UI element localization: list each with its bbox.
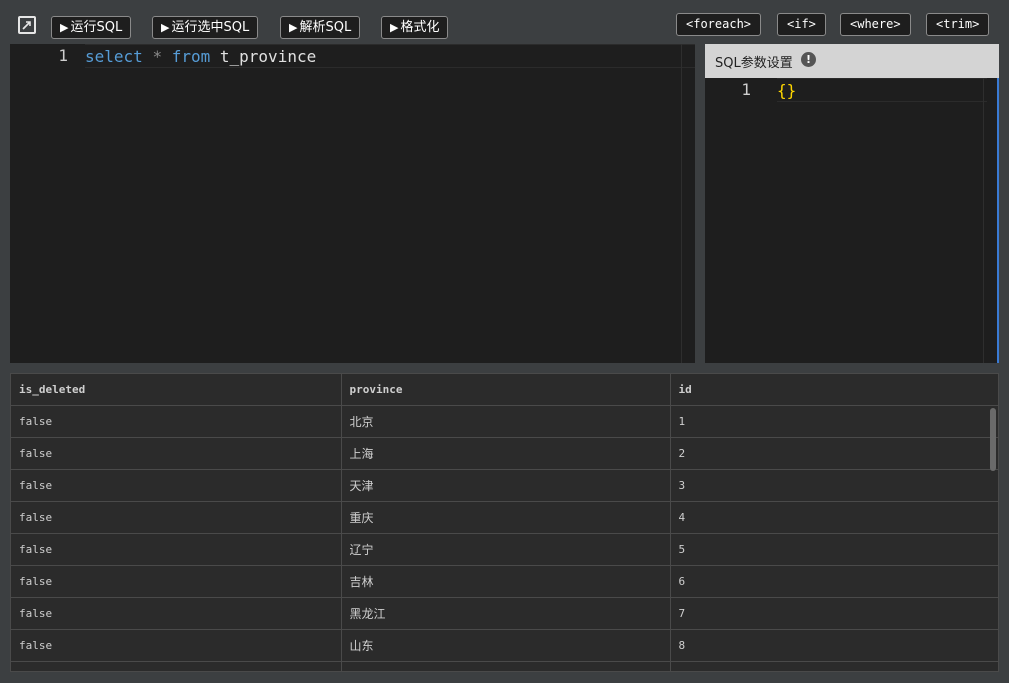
results-scrollbar-thumb[interactable] bbox=[990, 408, 996, 471]
params-scrollbar[interactable] bbox=[983, 78, 997, 363]
play-icon: ▶ bbox=[390, 21, 399, 34]
params-focus-edge bbox=[997, 78, 999, 363]
table-header-row: is_deleted province id bbox=[11, 374, 998, 406]
table-row[interactable]: false 吉林 6 bbox=[11, 565, 998, 598]
table-row[interactable]: false 山东 8 bbox=[11, 629, 998, 662]
params-title: SQL参数设置 bbox=[715, 56, 793, 71]
cell-is-deleted: false bbox=[11, 405, 342, 438]
toolbar: ▶ 运行SQL ▶ 运行选中SQL ▶ 解析SQL ▶ 格式化 <foreach> <i… bbox=[0, 0, 1009, 44]
cell-id: 2 bbox=[670, 437, 998, 470]
cell-province: 天津 bbox=[341, 469, 671, 502]
column-header-province[interactable]: province bbox=[341, 374, 671, 406]
params-header: SQL参数设置 ! bbox=[705, 44, 999, 78]
cell-id: 6 bbox=[670, 565, 998, 598]
cell-id: 7 bbox=[670, 597, 998, 630]
cell-id bbox=[670, 661, 998, 671]
table-row[interactable]: false 重庆 4 bbox=[11, 501, 998, 534]
code-line[interactable]: select * from t_province bbox=[85, 44, 695, 68]
table-row[interactable]: false 辽宁 5 bbox=[11, 533, 998, 566]
run-sql-button[interactable]: ▶ 运行SQL bbox=[51, 16, 132, 39]
format-button[interactable]: ▶ 格式化 bbox=[381, 16, 449, 39]
sql-editor[interactable]: 1 select * from t_province bbox=[10, 44, 695, 363]
operator-star: * bbox=[152, 47, 163, 66]
if-tag-button[interactable]: <if> bbox=[777, 13, 826, 36]
cell-is-deleted: false bbox=[11, 437, 342, 470]
cell-id: 5 bbox=[670, 533, 998, 566]
cell-province: 重庆 bbox=[341, 501, 671, 534]
line-number: 1 bbox=[58, 46, 68, 65]
editor-scrollbar[interactable] bbox=[681, 44, 695, 363]
keyword-select: select bbox=[85, 47, 143, 66]
table-row[interactable]: false 天津 3 bbox=[11, 469, 998, 502]
table-row[interactable]: false 北京 1 bbox=[11, 405, 998, 438]
cell-province: 吉林 bbox=[341, 565, 671, 598]
cell-id: 1 bbox=[670, 405, 998, 438]
cell-province: 黑龙江 bbox=[341, 597, 671, 630]
column-header-is-deleted[interactable]: is_deleted bbox=[11, 374, 342, 406]
cell-is-deleted: false bbox=[11, 565, 342, 598]
keyword-from: from bbox=[171, 47, 211, 66]
cell-is-deleted: false bbox=[11, 533, 342, 566]
table-name: t_province bbox=[219, 47, 317, 66]
cell-id: 8 bbox=[670, 629, 998, 662]
cell-is-deleted bbox=[11, 661, 342, 671]
play-icon: ▶ bbox=[161, 21, 170, 34]
cell-province: 江苏 bbox=[341, 661, 671, 671]
cell-is-deleted: false bbox=[11, 469, 342, 502]
table-row[interactable]: 江苏 bbox=[11, 661, 998, 671]
cell-id: 3 bbox=[670, 469, 998, 502]
cell-is-deleted: false bbox=[11, 629, 342, 662]
cell-province: 上海 bbox=[341, 437, 671, 470]
table-row[interactable]: false 黑龙江 7 bbox=[11, 597, 998, 630]
sql-params-panel: SQL参数设置 ! 1 {} bbox=[705, 44, 999, 363]
table-row[interactable]: false 上海 2 bbox=[11, 437, 998, 470]
expand-icon[interactable] bbox=[18, 16, 36, 34]
cell-province: 山东 bbox=[341, 629, 671, 662]
results-table: is_deleted province id false 北京 1 false … bbox=[10, 373, 999, 672]
run-selected-sql-button[interactable]: ▶ 运行选中SQL bbox=[152, 16, 259, 39]
play-icon: ▶ bbox=[60, 21, 69, 34]
foreach-tag-button[interactable]: <foreach> bbox=[676, 13, 762, 36]
params-editor[interactable]: {} bbox=[777, 78, 987, 102]
cell-province: 辽宁 bbox=[341, 533, 671, 566]
where-tag-button[interactable]: <where> bbox=[840, 13, 911, 36]
parse-sql-button[interactable]: ▶ 解析SQL bbox=[280, 16, 361, 39]
cell-province: 北京 bbox=[341, 405, 671, 438]
play-icon: ▶ bbox=[289, 21, 298, 34]
trim-tag-button[interactable]: <trim> bbox=[926, 13, 990, 36]
cell-is-deleted: false bbox=[11, 501, 342, 534]
cell-id: 4 bbox=[670, 501, 998, 534]
column-header-id[interactable]: id bbox=[670, 374, 998, 406]
params-line-number: 1 bbox=[741, 80, 751, 99]
info-icon[interactable]: ! bbox=[801, 52, 816, 67]
cell-is-deleted: false bbox=[11, 597, 342, 630]
